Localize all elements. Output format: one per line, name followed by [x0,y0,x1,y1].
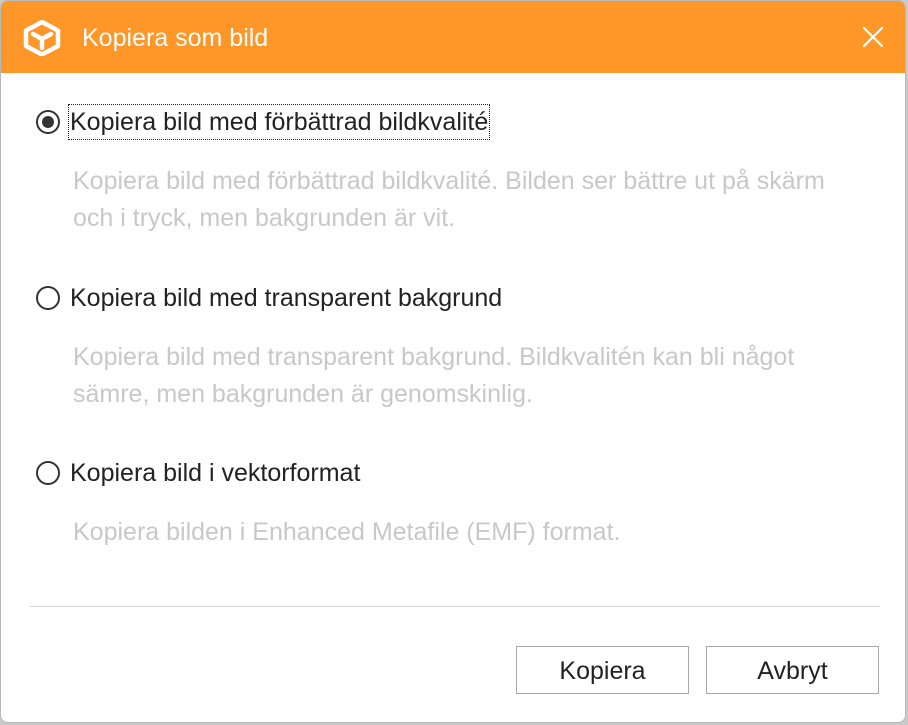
close-icon[interactable] [857,21,889,53]
option-transparent-background-description: Kopiera bild med transparent bakgrund. B… [73,343,795,408]
option-transparent-background-label[interactable]: Kopiera bild med transparent bakgrund [69,281,503,315]
option-enhanced-quality-description: Kopiera bild med förbättrad bildkvalité.… [73,167,825,232]
app-cube-logo-icon [23,20,61,56]
option-enhanced-quality-label[interactable]: Kopiera bild med förbättrad bildkvalité [67,104,491,140]
option-transparent-background: Kopiera bild med transparent bakgrund Ko… [36,281,866,408]
option-enhanced-quality: Kopiera bild med förbättrad bildkvalité … [36,104,866,232]
dialog-title: Kopiera som bild [82,24,269,52]
copy-button[interactable]: Kopiera [516,646,689,694]
radio-vector-format[interactable] [36,461,60,485]
copy-as-image-dialog: Kopiera som bild Kopiera bild med förbät… [0,0,906,723]
option-enhanced-quality-row[interactable]: Kopiera bild med förbättrad bildkvalité [36,104,866,141]
option-vector-format: Kopiera bild i vektorformat Kopiera bild… [36,456,866,546]
option-transparent-background-row[interactable]: Kopiera bild med transparent bakgrund [36,281,866,317]
footer-divider [30,606,880,607]
option-vector-format-description: Kopiera bilden i Enhanced Metafile (EMF)… [73,518,621,546]
radio-selected-dot [42,116,54,128]
cancel-button[interactable]: Avbryt [706,646,879,694]
option-vector-format-row[interactable]: Kopiera bild i vektorformat [36,456,866,492]
option-vector-format-label[interactable]: Kopiera bild i vektorformat [69,456,361,490]
dialog-titlebar: Kopiera som bild [1,1,905,73]
radio-transparent-background[interactable] [36,286,60,310]
radio-enhanced-quality[interactable] [36,110,60,134]
